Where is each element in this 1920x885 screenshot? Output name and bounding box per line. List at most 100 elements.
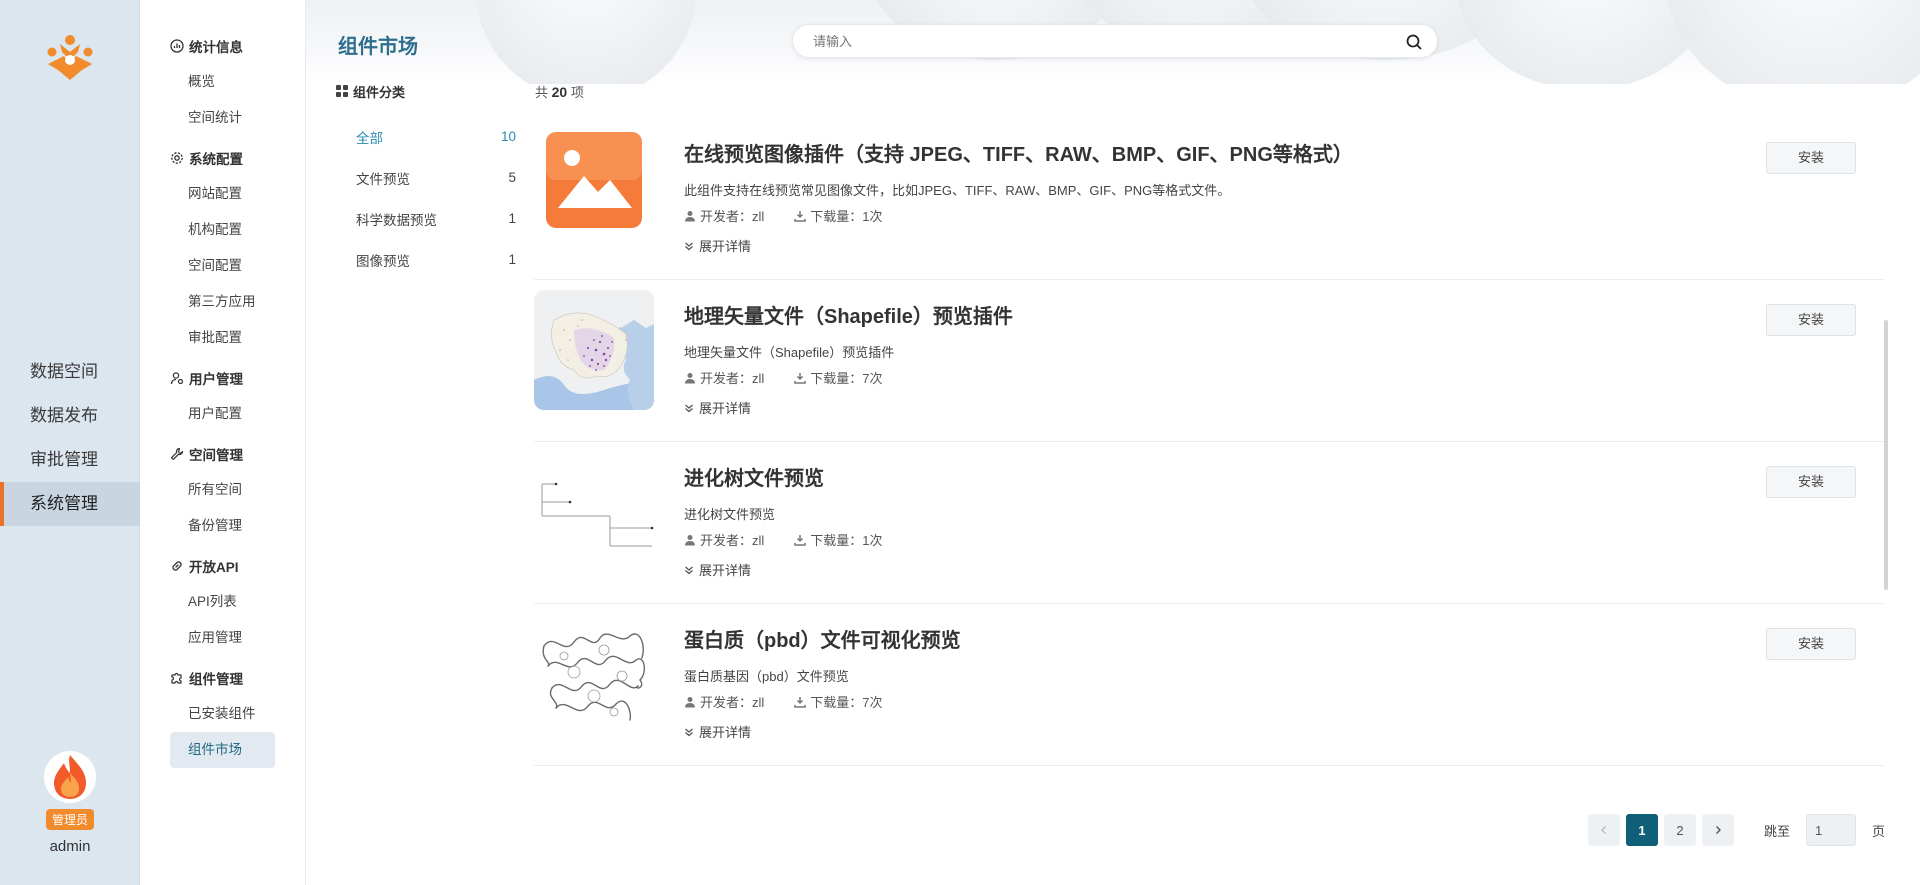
double-chevron-down-icon bbox=[685, 566, 693, 574]
plugin-title[interactable]: 在线预览图像插件（支持 JPEG、TIFF、RAW、BMP、GIF、PNG等格式… bbox=[684, 138, 1353, 167]
next-page-button[interactable] bbox=[1702, 814, 1734, 846]
plugin-meta: 开发者：zll 下载量：1次 bbox=[684, 206, 883, 225]
menu-group-component-management: 组件管理 已安装组件 组件市场 bbox=[141, 660, 305, 768]
chart-icon bbox=[169, 38, 185, 54]
plugin-description: 进化树文件预览 bbox=[684, 507, 776, 522]
category-item-file-preview[interactable]: 文件预览 5 bbox=[336, 157, 516, 198]
menu-item-backup[interactable]: 备份管理 bbox=[141, 508, 305, 544]
decorative-bubble bbox=[1666, 0, 1920, 84]
plugin-card: 蛋白质（pbd）文件可视化预览 蛋白质基因（pbd）文件预览 开发者：zll 下… bbox=[534, 604, 1884, 766]
category-title-label: 组件分类 bbox=[353, 84, 406, 100]
avatar[interactable] bbox=[44, 751, 96, 803]
expand-label: 展开详情 bbox=[699, 563, 752, 578]
user-gear-icon bbox=[169, 370, 185, 386]
category-item-science-data[interactable]: 科学数据预览 1 bbox=[336, 198, 516, 239]
list-scrollbar[interactable] bbox=[1884, 320, 1888, 590]
page-unit-label: 页 bbox=[1872, 823, 1886, 839]
menu-group-system-config: 系统配置 网站配置 机构配置 空间配置 第三方应用 审批配置 bbox=[141, 140, 305, 356]
menu-item-api-list[interactable]: API列表 bbox=[141, 584, 305, 620]
install-button[interactable]: 安装 bbox=[1766, 466, 1856, 498]
plugin-meta: 开发者：zll 下载量：7次 bbox=[684, 368, 883, 387]
main-content: 组件市场 组件分类 全部 10 文件预览 5 科学数据预览 bbox=[306, 0, 1920, 885]
primary-sidebar: 数据空间 数据发布 审批管理 系统管理 管理员 admin bbox=[0, 0, 140, 885]
link-icon bbox=[169, 558, 185, 574]
menu-item-overview[interactable]: 概览 bbox=[141, 64, 305, 100]
install-button[interactable]: 安装 bbox=[1766, 142, 1856, 174]
image-icon bbox=[546, 132, 642, 228]
menu-group-title-statistics[interactable]: 统计信息 bbox=[141, 28, 305, 64]
user-icon bbox=[685, 210, 695, 221]
menu-group-title-component-management[interactable]: 组件管理 bbox=[141, 660, 305, 696]
download-info: 下载量：7次 bbox=[794, 368, 883, 387]
total-prefix: 共 bbox=[535, 85, 549, 100]
menu-group-label: 系统配置 bbox=[189, 152, 243, 167]
header-bar: 组件市场 bbox=[306, 0, 1920, 84]
menu-group-title-open-api[interactable]: 开放API bbox=[141, 548, 305, 584]
plugin-title[interactable]: 进化树文件预览 bbox=[684, 462, 824, 491]
menu-item-installed-components[interactable]: 已安装组件 bbox=[141, 696, 305, 732]
jump-page-input[interactable] bbox=[1806, 814, 1857, 846]
menu-group-label: 开放API bbox=[189, 560, 239, 575]
menu-item-third-party[interactable]: 第三方应用 bbox=[141, 284, 305, 320]
menu-item-space-config[interactable]: 空间配置 bbox=[141, 248, 305, 284]
gear-icon bbox=[169, 150, 185, 166]
menu-item-user-config[interactable]: 用户配置 bbox=[141, 396, 305, 432]
app-logo[interactable] bbox=[42, 30, 98, 86]
plugin-description: 蛋白质基因（pbd）文件预览 bbox=[684, 669, 849, 684]
developer-label: 开发者：zll bbox=[700, 209, 765, 224]
expand-details[interactable]: 展开详情 bbox=[684, 722, 751, 741]
install-button[interactable]: 安装 bbox=[1766, 628, 1856, 660]
menu-group-title-system-config[interactable]: 系统配置 bbox=[141, 140, 305, 176]
secondary-sidebar: 统计信息 概览 空间统计 系统配置 网站配置 机构配置 空间配置 第三方应用 审… bbox=[141, 0, 306, 885]
download-info: 下载量：7次 bbox=[794, 692, 883, 711]
grid-icon bbox=[336, 85, 348, 97]
category-item-image-preview[interactable]: 图像预览 1 bbox=[336, 239, 516, 280]
plugin-meta: 开发者：zll 下载量：1次 bbox=[684, 530, 883, 549]
search-input[interactable] bbox=[813, 25, 1373, 57]
nav-approval[interactable]: 审批管理 bbox=[0, 438, 140, 482]
expand-label: 展开详情 bbox=[699, 725, 752, 740]
menu-item-site-config[interactable]: 网站配置 bbox=[141, 176, 305, 212]
expand-details[interactable]: 展开详情 bbox=[684, 560, 751, 579]
developer-info: 开发者：zll bbox=[684, 368, 764, 387]
nav-data-publish[interactable]: 数据发布 bbox=[0, 394, 140, 438]
menu-group-statistics: 统计信息 概览 空间统计 bbox=[141, 28, 305, 136]
protein-plugin-thumbnail bbox=[534, 616, 654, 736]
download-icon bbox=[794, 696, 807, 708]
double-chevron-down-icon bbox=[685, 404, 693, 412]
nav-system-management[interactable]: 系统管理 bbox=[0, 482, 140, 526]
category-item-all[interactable]: 全部 10 bbox=[336, 116, 516, 157]
user-panel: 管理员 admin bbox=[0, 751, 140, 855]
download-label: 下载量：1次 bbox=[810, 209, 883, 224]
search-icon[interactable] bbox=[1405, 33, 1423, 51]
username: admin bbox=[49, 838, 91, 855]
menu-group-title-user-management[interactable]: 用户管理 bbox=[141, 360, 305, 396]
plugin-title[interactable]: 蛋白质（pbd）文件可视化预览 bbox=[684, 624, 961, 653]
download-icon bbox=[794, 534, 807, 546]
plugin-title[interactable]: 地理矢量文件（Shapefile）预览插件 bbox=[684, 300, 1013, 329]
developer-label: 开发者：zll bbox=[700, 371, 765, 386]
page-button-1[interactable]: 1 bbox=[1626, 814, 1658, 846]
user-icon bbox=[685, 534, 695, 545]
menu-item-component-market[interactable]: 组件市场 bbox=[170, 732, 275, 768]
menu-item-space-stats[interactable]: 空间统计 bbox=[141, 100, 305, 136]
category-title: 组件分类 bbox=[336, 78, 516, 104]
page-button-2[interactable]: 2 bbox=[1664, 814, 1696, 846]
developer-info: 开发者：zll bbox=[684, 206, 764, 225]
plugin-card: 在线预览图像插件（支持 JPEG、TIFF、RAW、BMP、GIF、PNG等格式… bbox=[534, 118, 1884, 280]
expand-details[interactable]: 展开详情 bbox=[684, 236, 751, 255]
menu-item-org-config[interactable]: 机构配置 bbox=[141, 212, 305, 248]
menu-group-space-management: 空间管理 所有空间 备份管理 bbox=[141, 436, 305, 544]
developer-label: 开发者：zll bbox=[700, 533, 765, 548]
nav-data-space[interactable]: 数据空间 bbox=[0, 350, 140, 394]
menu-item-app-management[interactable]: 应用管理 bbox=[141, 620, 305, 656]
double-chevron-down-icon bbox=[685, 728, 693, 736]
menu-item-approval-config[interactable]: 审批配置 bbox=[141, 320, 305, 356]
menu-item-all-spaces[interactable]: 所有空间 bbox=[141, 472, 305, 508]
user-icon bbox=[685, 696, 695, 707]
prev-page-button[interactable] bbox=[1588, 814, 1620, 846]
expand-details[interactable]: 展开详情 bbox=[684, 398, 751, 417]
menu-group-title-space-management[interactable]: 空间管理 bbox=[141, 436, 305, 472]
install-button[interactable]: 安装 bbox=[1766, 304, 1856, 336]
category-label: 全部 bbox=[356, 130, 383, 146]
